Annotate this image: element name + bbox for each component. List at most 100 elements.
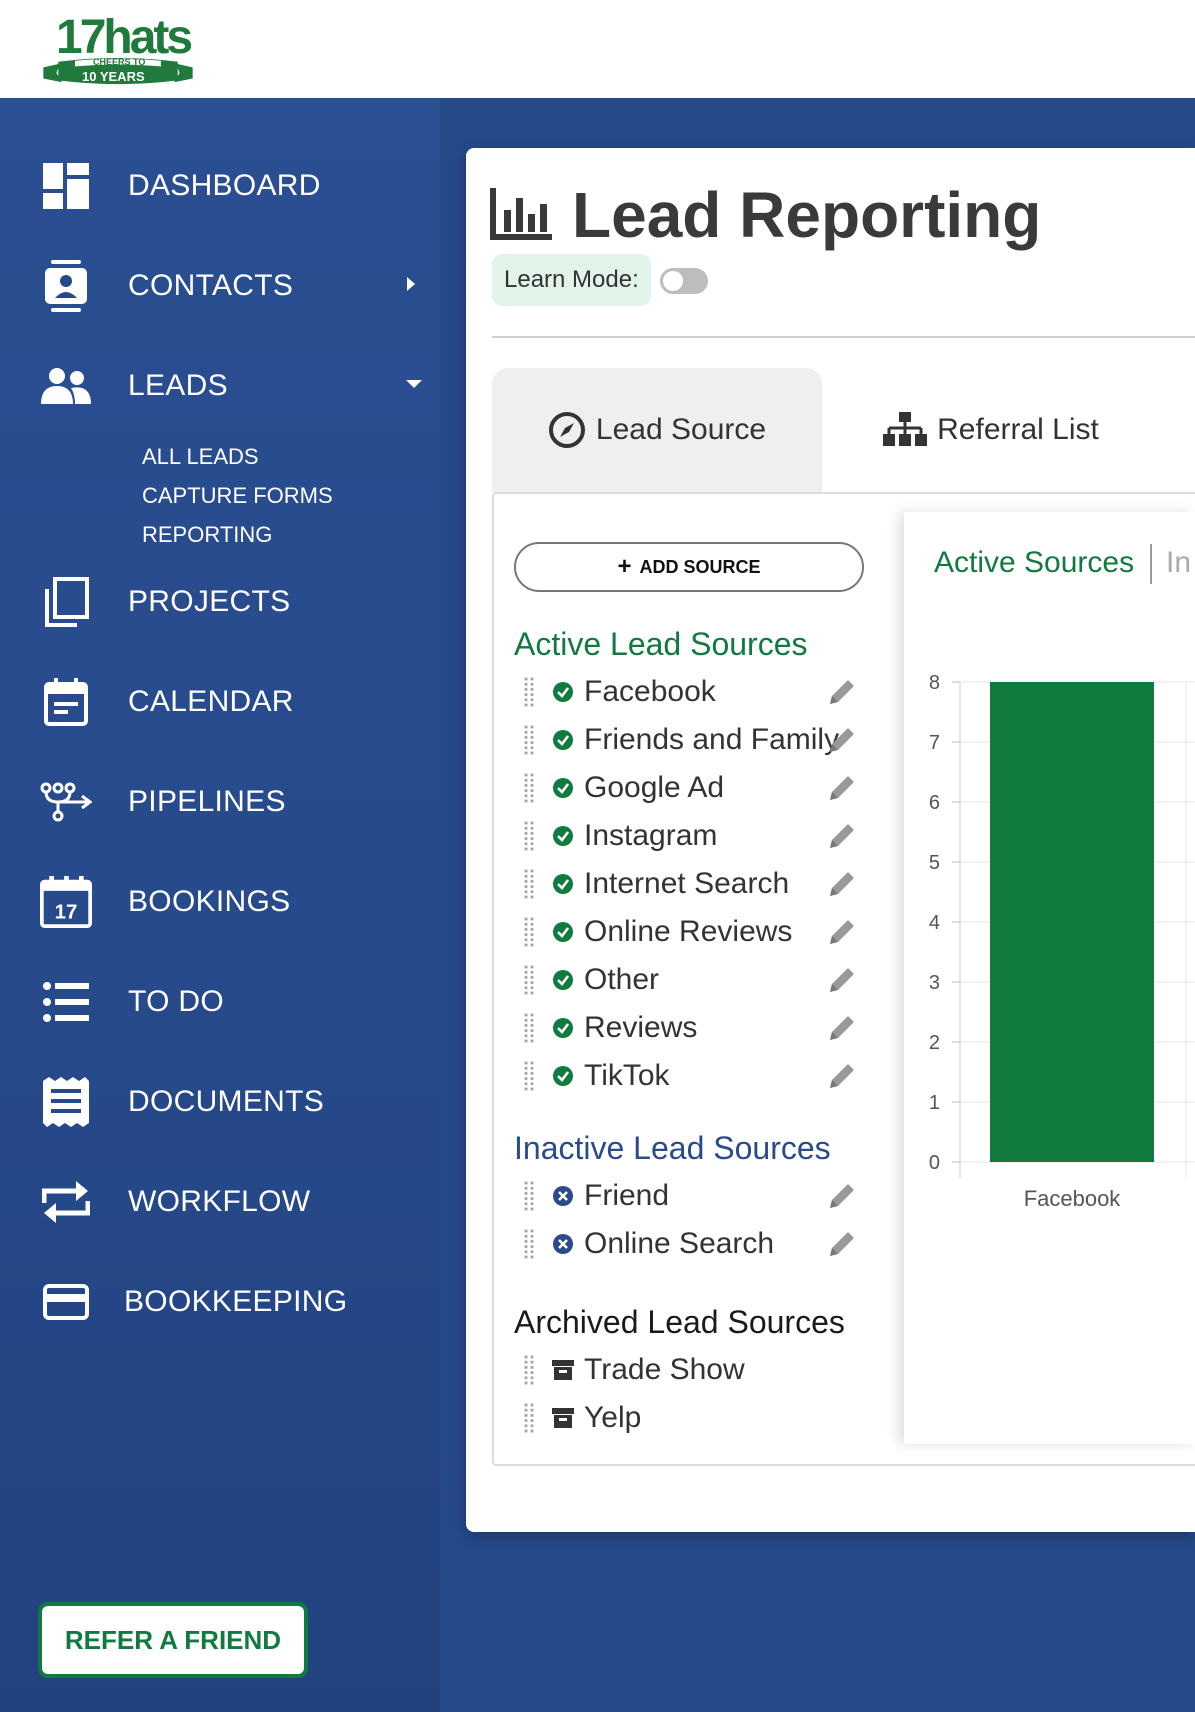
- sidebar-item-documents[interactable]: DOCUMENTS: [40, 1076, 324, 1128]
- drag-handle-icon[interactable]: [522, 1228, 536, 1260]
- check-circle-icon: [552, 921, 574, 943]
- chart-tab-active-sources[interactable]: Active Sources: [934, 546, 1134, 580]
- drag-handle-icon[interactable]: [522, 964, 536, 996]
- lead-source-name: Online Reviews: [584, 915, 793, 948]
- y-tick-label: 1: [929, 1092, 940, 1114]
- y-tick-label: 5: [929, 852, 940, 874]
- drag-handle-icon[interactable]: [522, 868, 536, 900]
- sitemap-icon: [883, 412, 928, 448]
- drag-handle-icon[interactable]: [522, 1060, 536, 1092]
- lead-source-content: + ADD SOURCE Active Lead Sources Faceboo…: [492, 492, 1195, 1466]
- drag-handle-icon[interactable]: [522, 724, 536, 756]
- y-tick-label: 2: [929, 1032, 940, 1054]
- chart-tab-inactive-sources[interactable]: In: [1166, 546, 1191, 580]
- pencil-icon[interactable]: [826, 1228, 858, 1265]
- check-circle-icon: [552, 969, 574, 991]
- pencil-icon[interactable]: [826, 724, 858, 761]
- add-source-button[interactable]: + ADD SOURCE: [514, 542, 864, 592]
- lead-source-row[interactable]: Friend: [514, 1174, 874, 1218]
- lead-source-row[interactable]: TikTok: [514, 1054, 874, 1098]
- refer-a-friend-button[interactable]: REFER A FRIEND: [38, 1602, 308, 1678]
- sidebar-item-workflow[interactable]: WORKFLOW: [40, 1176, 310, 1228]
- archived-sources-heading: Archived Lead Sources: [514, 1304, 845, 1340]
- add-source-label: ADD SOURCE: [639, 556, 761, 577]
- x-tick-label: Facebook: [1024, 1186, 1122, 1211]
- sidebar-item-todo[interactable]: TO DO: [40, 976, 224, 1028]
- archive-box-icon: [552, 1407, 574, 1429]
- sidebar-item-label: WORKFLOW: [128, 1185, 311, 1218]
- pencil-icon[interactable]: [826, 916, 858, 953]
- y-tick-label: 0: [929, 1152, 940, 1174]
- drag-handle-icon[interactable]: [522, 1402, 536, 1434]
- pencil-icon[interactable]: [826, 772, 858, 809]
- chevron-down-icon: [405, 377, 423, 395]
- pencil-icon[interactable]: [826, 868, 858, 905]
- bookkeeping-icon: [40, 1276, 92, 1328]
- lead-source-row[interactable]: Online Search: [514, 1222, 874, 1266]
- check-circle-icon: [552, 1017, 574, 1039]
- lead-source-bar-chart: 0 1 2 3 4 5 6 7 8 Facebook: [929, 672, 1195, 1211]
- lead-source-row[interactable]: Reviews: [514, 1006, 874, 1050]
- drag-handle-icon[interactable]: [522, 1012, 536, 1044]
- lead-source-name: Yelp: [584, 1401, 642, 1434]
- pencil-icon[interactable]: [826, 820, 858, 857]
- lead-source-row[interactable]: Yelp: [514, 1396, 874, 1440]
- lead-source-name: Other: [584, 963, 660, 996]
- lead-source-row[interactable]: Online Reviews: [514, 910, 874, 954]
- sidebar-item-bookkeeping[interactable]: BOOKKEEPING: [40, 1276, 347, 1328]
- sidebar-item-label: PIPELINES: [128, 785, 286, 818]
- sidebar-item-dashboard[interactable]: DASHBOARD: [40, 160, 321, 212]
- pipelines-icon: [40, 776, 92, 828]
- lead-source-row[interactable]: Facebook: [514, 670, 874, 714]
- lead-source-name: Internet Search: [584, 867, 790, 900]
- lead-source-row[interactable]: Google Ad: [514, 766, 874, 810]
- tab-lead-source[interactable]: Lead Source: [492, 368, 822, 492]
- drag-handle-icon[interactable]: [522, 1354, 536, 1386]
- sidebar-item-pipelines[interactable]: PIPELINES: [40, 776, 286, 828]
- pencil-icon[interactable]: [826, 1180, 858, 1217]
- pencil-icon[interactable]: [826, 964, 858, 1001]
- check-circle-icon: [552, 681, 574, 703]
- y-tick-label: 4: [929, 912, 940, 934]
- drag-handle-icon[interactable]: [522, 676, 536, 708]
- lead-source-row[interactable]: Instagram: [514, 814, 874, 858]
- learn-mode-toggle[interactable]: [660, 268, 708, 294]
- lead-source-row[interactable]: Friends and Family: [514, 718, 874, 762]
- logo-tagline-1: CHEERS TO: [93, 57, 146, 67]
- y-tick-label: 6: [929, 792, 940, 814]
- learn-mode-label: Learn Mode:: [492, 254, 651, 306]
- sidebar-item-leads[interactable]: LEADS: [40, 360, 422, 412]
- pencil-icon[interactable]: [826, 1012, 858, 1049]
- lead-source-row[interactable]: Other: [514, 958, 874, 1002]
- pencil-icon[interactable]: [826, 676, 858, 713]
- chart-card: Active Sources In 0 1 2 3 4 5 6 7 8 Facebook: [904, 512, 1195, 1444]
- documents-icon: [40, 1076, 92, 1128]
- tab-label: Referral List: [937, 413, 1099, 446]
- check-circle-icon: [552, 729, 574, 751]
- tab-referral-list[interactable]: Referral List: [826, 368, 1156, 492]
- leads-icon: [40, 360, 92, 412]
- sidebar-subitem-reporting[interactable]: REPORTING: [142, 522, 272, 548]
- tab-label: Lead Source: [595, 413, 767, 446]
- sidebar-item-bookings[interactable]: 17 BOOKINGS: [40, 876, 290, 928]
- header-divider: [492, 336, 1195, 338]
- x-circle-icon: [552, 1185, 574, 1207]
- sidebar-item-label: CONTACTS: [128, 269, 294, 302]
- drag-handle-icon[interactable]: [522, 916, 536, 948]
- pencil-icon[interactable]: [826, 1060, 858, 1097]
- drag-handle-icon[interactable]: [522, 772, 536, 804]
- sidebar-item-contacts[interactable]: CONTACTS: [40, 260, 415, 312]
- main-panel: Lead Reporting Learn Mode: Lead Source R…: [466, 148, 1195, 1532]
- brand-logo[interactable]: 17hats CHEERS TO 10 YEARS: [38, 10, 198, 88]
- sidebar-subitem-all-leads[interactable]: ALL LEADS: [142, 444, 259, 470]
- learn-mode-text: Learn Mode:: [504, 266, 639, 293]
- sidebar-item-projects[interactable]: PROJECTS: [40, 576, 290, 628]
- lead-source-row[interactable]: Trade Show: [514, 1348, 874, 1392]
- bar-chart-icon: [490, 188, 552, 240]
- sidebar-item-calendar[interactable]: CALENDAR: [40, 676, 294, 728]
- x-circle-icon: [552, 1233, 574, 1255]
- sidebar-subitem-capture-forms[interactable]: CAPTURE FORMS: [142, 483, 333, 509]
- drag-handle-icon[interactable]: [522, 820, 536, 852]
- lead-source-row[interactable]: Internet Search: [514, 862, 874, 906]
- drag-handle-icon[interactable]: [522, 1180, 536, 1212]
